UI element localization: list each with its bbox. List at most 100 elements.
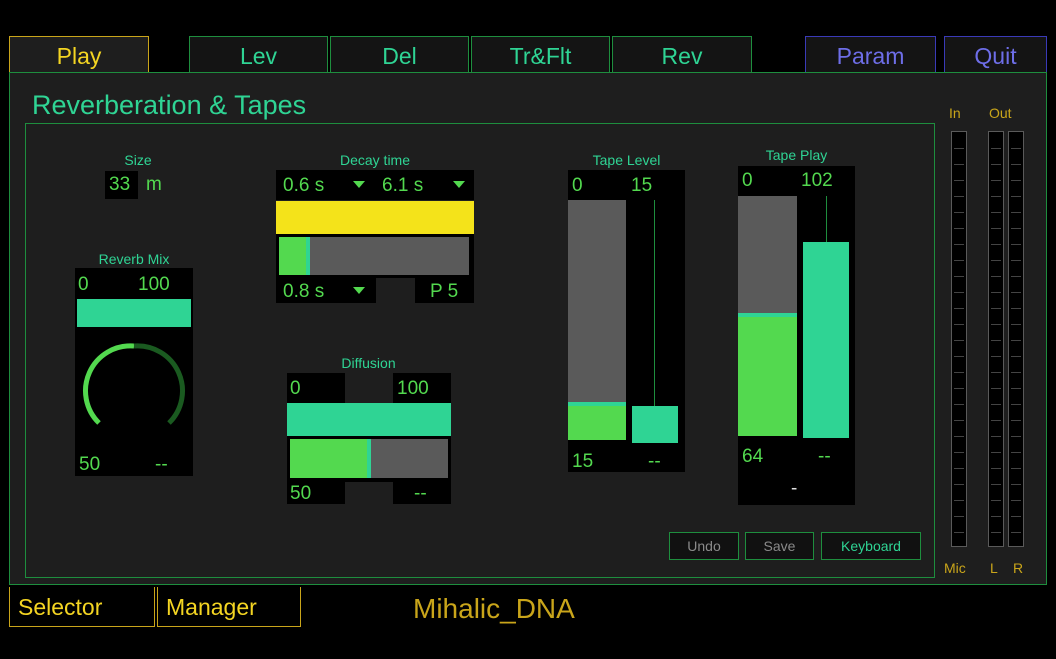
meter-segment xyxy=(954,500,964,501)
tape-level-fill xyxy=(568,402,626,440)
tab-rev[interactable]: Rev xyxy=(612,36,752,72)
left-level-meter xyxy=(988,131,1004,547)
chevron-down-icon[interactable] xyxy=(353,287,365,294)
meter-segment xyxy=(1011,292,1021,293)
tape-level-max: 15 xyxy=(631,175,653,196)
meter-segment xyxy=(991,212,1001,213)
tape-level-track xyxy=(568,200,626,402)
size-label: Size xyxy=(124,152,152,168)
meter-segment xyxy=(1011,532,1021,533)
meter-segment xyxy=(991,420,1001,421)
diffusion-max: 100 xyxy=(397,378,429,399)
size-field[interactable]: 33 xyxy=(105,171,138,199)
meter-segment xyxy=(991,196,1001,197)
meter-segment xyxy=(1011,324,1021,325)
meter-segment xyxy=(1011,276,1021,277)
tab-param[interactable]: Param xyxy=(805,36,936,72)
reverb-mix-aux: -- xyxy=(155,454,168,475)
meter-segment xyxy=(1011,164,1021,165)
meter-segment xyxy=(1011,244,1021,245)
quit-button[interactable]: Quit xyxy=(944,36,1047,72)
meter-segment xyxy=(1011,372,1021,373)
meter-segment xyxy=(1011,420,1021,421)
tab-play[interactable]: Play xyxy=(9,36,149,72)
meter-segment xyxy=(991,276,1001,277)
tab-manager[interactable]: Manager xyxy=(157,587,301,627)
chevron-down-icon[interactable] xyxy=(453,181,465,188)
size-value: 33 xyxy=(109,174,131,195)
reverb-mix-max: 100 xyxy=(138,274,170,295)
keyboard-button[interactable]: Keyboard xyxy=(821,532,921,560)
meter-segment xyxy=(991,404,1001,405)
meter-segment xyxy=(1011,500,1021,501)
meter-segment xyxy=(954,404,964,405)
meter-segment xyxy=(991,468,1001,469)
diffusion-slider-handle[interactable] xyxy=(367,439,371,478)
meter-segment xyxy=(1011,228,1021,229)
meter-segment xyxy=(991,308,1001,309)
decay-low-value[interactable]: 0.6 s xyxy=(283,175,324,197)
save-button[interactable]: Save xyxy=(745,532,814,560)
tab-selector[interactable]: Selector xyxy=(9,587,155,627)
meter-segment xyxy=(954,516,964,517)
tape-play-handle[interactable] xyxy=(738,313,797,317)
decay-high-value[interactable]: 6.1 s xyxy=(382,175,423,197)
meter-segment xyxy=(991,164,1001,165)
meter-segment xyxy=(991,516,1001,517)
tape-play-max: 102 xyxy=(801,170,833,191)
tape-play-value: 64 xyxy=(742,446,764,467)
tape-level-label: Tape Level xyxy=(592,152,661,168)
diffusion-slider-fill xyxy=(290,439,369,478)
meter-segment xyxy=(954,356,964,357)
meter-segment xyxy=(954,452,964,453)
meter-segment xyxy=(991,228,1001,229)
meter-segment xyxy=(954,244,964,245)
meter-segment xyxy=(1011,484,1021,485)
meter-out-label: Out xyxy=(989,105,1012,121)
tab-lev[interactable]: Lev xyxy=(189,36,328,72)
meter-segment xyxy=(991,484,1001,485)
meter-segment xyxy=(991,500,1001,501)
diffusion-range-bar[interactable] xyxy=(287,403,451,436)
decay-range-bar[interactable] xyxy=(276,201,474,234)
meter-segment xyxy=(1011,260,1021,261)
tab-trflt[interactable]: Tr&Flt xyxy=(471,36,610,72)
tape-play-aux: -- xyxy=(818,446,831,467)
meter-segment xyxy=(954,308,964,309)
meter-segment xyxy=(991,324,1001,325)
meter-segment xyxy=(1011,468,1021,469)
decay-slider-handle[interactable] xyxy=(306,237,310,275)
meter-mic-label: Mic xyxy=(944,560,966,576)
decay-preset-value: P 5 xyxy=(430,281,459,302)
reverb-mix-bar[interactable] xyxy=(77,299,191,327)
tape-level-handle[interactable] xyxy=(568,402,626,406)
meter-segment xyxy=(991,452,1001,453)
decay-time-label: Decay time xyxy=(339,152,411,168)
tape-play-min: 0 xyxy=(742,170,753,191)
meter-r-label: R xyxy=(1013,560,1024,576)
meter-segment xyxy=(991,372,1001,373)
meter-segment xyxy=(1011,180,1021,181)
meter-segment xyxy=(991,244,1001,245)
meter-segment xyxy=(1011,452,1021,453)
meter-segment xyxy=(954,148,964,149)
meter-segment xyxy=(954,436,964,437)
meter-segment xyxy=(991,148,1001,149)
meter-segment xyxy=(1011,212,1021,213)
reverb-mix-knob[interactable] xyxy=(79,335,189,435)
meter-segment xyxy=(1011,404,1021,405)
meter-segment xyxy=(991,388,1001,389)
diffusion-min: 0 xyxy=(290,378,301,399)
meter-segment xyxy=(991,180,1001,181)
mic-level-meter xyxy=(951,131,967,547)
meter-segment xyxy=(954,292,964,293)
size-unit: m xyxy=(146,174,162,195)
meter-segment xyxy=(954,324,964,325)
reverb-mix-label: Reverb Mix xyxy=(98,251,170,267)
reverb-mix-value: 50 xyxy=(79,454,101,475)
chevron-down-icon[interactable] xyxy=(353,181,365,188)
meter-segment xyxy=(954,276,964,277)
undo-button[interactable]: Undo xyxy=(669,532,739,560)
tab-del[interactable]: Del xyxy=(330,36,469,72)
preset-name: Mihalic_DNA xyxy=(413,593,575,624)
